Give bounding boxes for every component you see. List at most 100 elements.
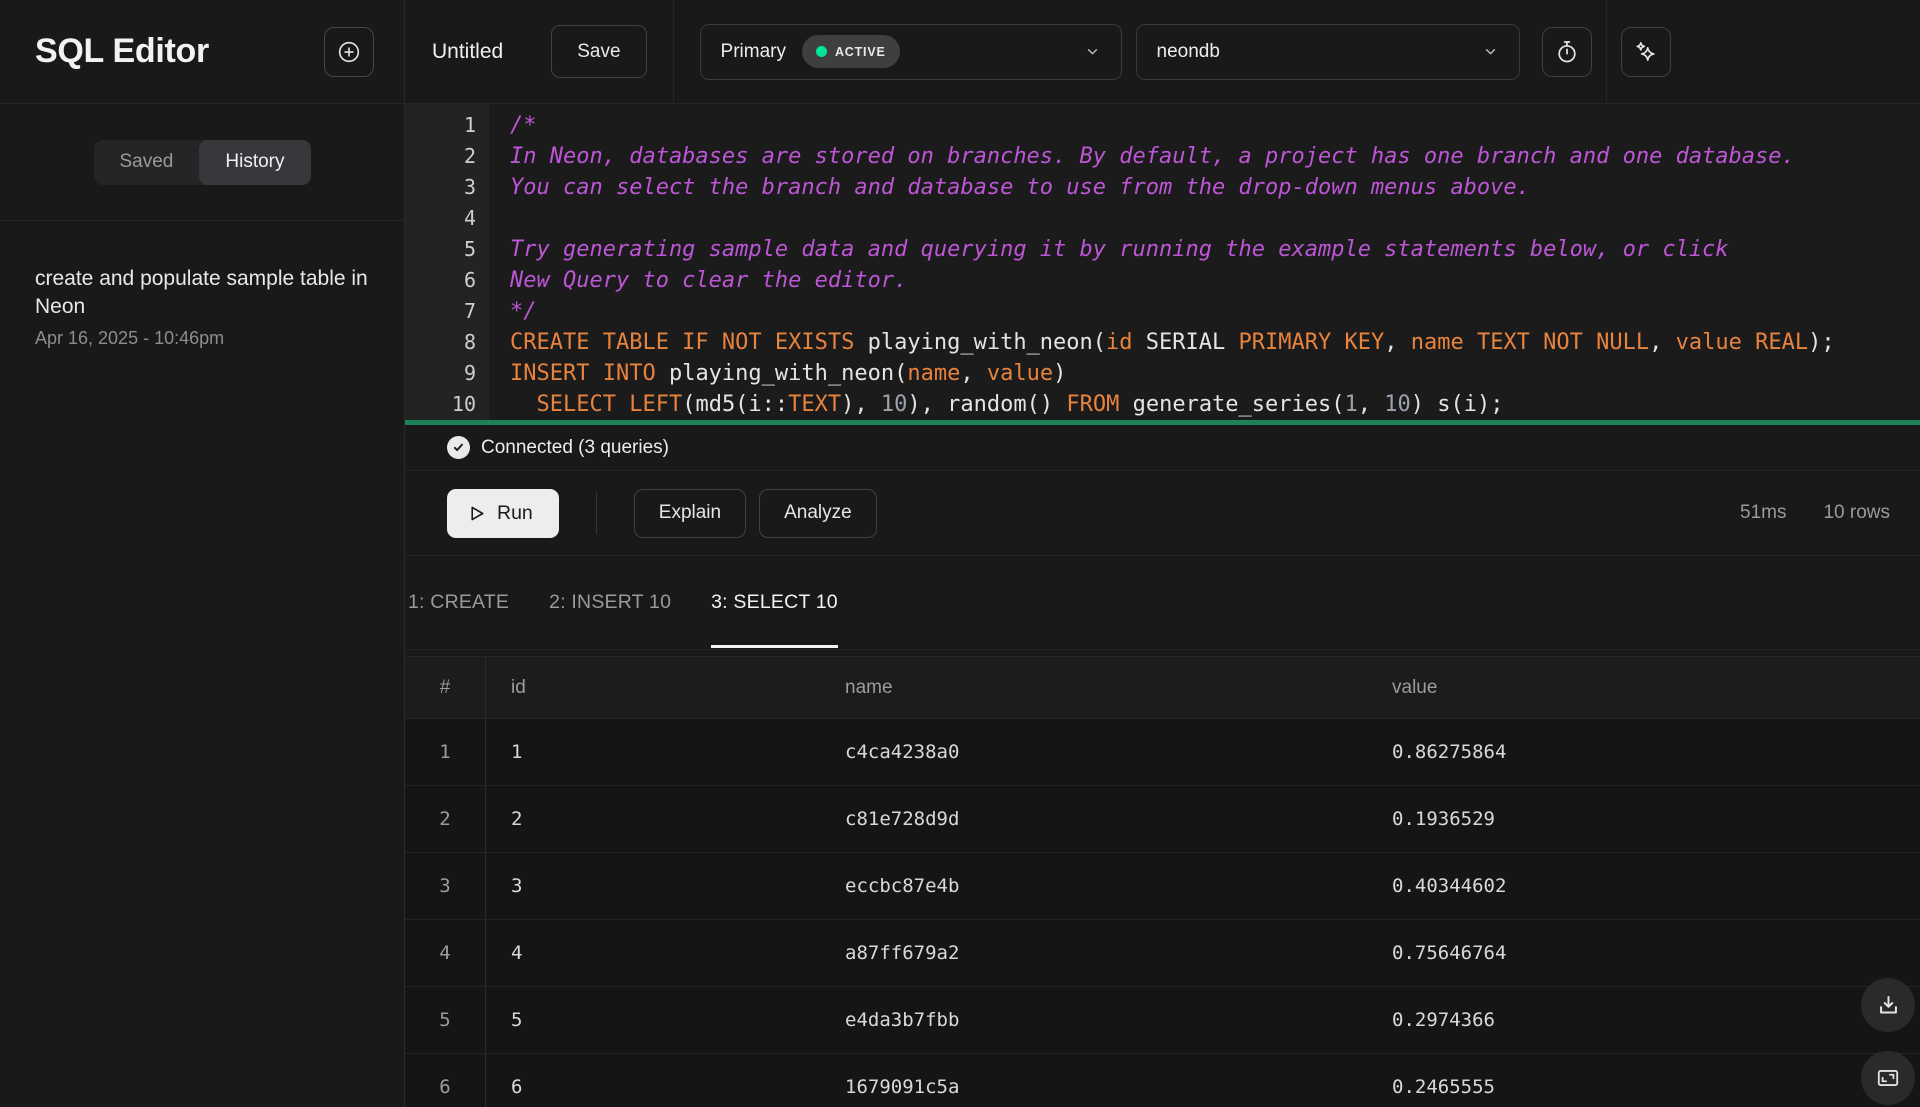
tab-saved[interactable]: Saved [94,140,200,185]
table-cell: 2 [486,808,820,830]
actions-bar: Run Explain Analyze 51ms 10 rows [405,471,1920,556]
run-button-label: Run [497,502,533,525]
download-icon [1875,992,1902,1019]
table-cell: 0.2974366 [1367,1009,1920,1031]
line-number: 6 [405,265,476,296]
results-table: #idnamevalue11c4ca4238a00.8627586422c81e… [405,650,1920,1107]
line-number: 9 [405,358,476,389]
line-number: 8 [405,327,476,358]
database-select[interactable]: neondb [1136,24,1520,80]
column-header: name [820,677,1367,699]
run-button[interactable]: Run [447,489,559,538]
active-status-dot [816,46,827,57]
table-cell: 5 [405,987,486,1053]
query-metrics: 51ms 10 rows [1740,502,1890,524]
actions-divider [596,492,597,534]
code-line: */ [510,296,1920,327]
table-cell: 3 [405,853,486,919]
table-cell: eccbc87e4b [820,875,1367,897]
line-number: 10 [405,389,476,420]
download-button[interactable] [1861,978,1915,1032]
code-line: /* [510,110,1920,141]
table-cell: e4da3b7fbb [820,1009,1367,1031]
ai-assist-button[interactable] [1621,27,1671,77]
status-bar: Connected (3 queries) [405,425,1920,471]
line-numbers: 12345678910 [405,104,489,420]
plus-circle-icon [336,39,362,65]
query-duration: 51ms [1740,502,1786,524]
result-tabs: 1: CREATE 2: INSERT 10 3: SELECT 10 [405,556,1920,650]
line-number: 4 [405,203,476,234]
result-tab[interactable]: 2: INSERT 10 [549,556,671,649]
table-cell: 1 [486,741,820,763]
table-cell: 0.1936529 [1367,808,1920,830]
explain-button[interactable]: Explain [634,489,746,538]
stopwatch-icon [1554,39,1580,65]
code-line: You can select the branch and database t… [510,172,1920,203]
database-name: neondb [1157,41,1220,63]
history-item[interactable]: create and populate sample table in Neon… [0,221,404,349]
connection-status: Connected (3 queries) [481,437,669,459]
line-number: 3 [405,172,476,203]
sql-editor-app: SQL Editor Saved History create and popu… [0,0,1920,1107]
page-title: SQL Editor [35,32,209,71]
code-line: INSERT INTO playing_with_neon(name, valu… [510,358,1920,389]
branch-name: Primary [721,41,786,63]
table-cell: 4 [486,942,820,964]
table-cell: 4 [405,920,486,986]
history-item-title: create and populate sample table in Neon [35,265,371,321]
query-timing-button[interactable] [1542,27,1592,77]
save-button[interactable]: Save [551,25,646,78]
expand-button[interactable] [1861,1051,1915,1105]
table-cell: c4ca4238a0 [820,741,1367,763]
table-row[interactable]: 33eccbc87e4b0.40344602 [405,853,1920,920]
column-header: # [405,657,486,718]
column-header: value [1367,677,1920,699]
chevron-down-icon [1482,43,1499,60]
play-icon [467,504,486,523]
check-circle-icon [447,436,470,459]
column-header: id [486,677,820,699]
tab-history[interactable]: History [199,140,310,185]
code-line: Try generating sample data and querying … [510,234,1920,265]
table-cell: 0.40344602 [1367,875,1920,897]
table-cell: 2 [405,786,486,852]
analyze-button[interactable]: Analyze [759,489,877,538]
table-cell: 0.86275864 [1367,741,1920,763]
table-row[interactable]: 22c81e728d9d0.1936529 [405,786,1920,853]
code-line: New Query to clear the editor. [510,265,1920,296]
sidebar: SQL Editor Saved History create and popu… [0,0,405,1107]
table-cell: a87ff679a2 [820,942,1367,964]
sql-editor[interactable]: 12345678910 /*In Neon, databases are sto… [405,104,1920,420]
table-row[interactable]: 11c4ca4238a00.86275864 [405,719,1920,786]
code-area[interactable]: /*In Neon, databases are stored on branc… [489,104,1920,420]
table-row[interactable]: 55e4da3b7fbb0.2974366 [405,987,1920,1054]
code-line: SELECT LEFT(md5(i::TEXT), 10), random() … [510,389,1920,420]
toolbar-divider [1606,0,1607,103]
saved-history-toggle: Saved History [94,140,311,185]
code-line [510,203,1920,234]
branch-status-badge: ACTIVE [802,35,900,68]
line-number: 7 [405,296,476,327]
sidebar-header: SQL Editor [0,0,404,104]
branch-status-label: ACTIVE [835,45,886,59]
branch-select[interactable]: Primary ACTIVE [700,24,1122,80]
table-row[interactable]: 44a87ff679a20.75646764 [405,920,1920,987]
code-line: CREATE TABLE IF NOT EXISTS playing_with_… [510,327,1920,358]
table-cell: 0.2465555 [1367,1076,1920,1098]
saved-history-toggle-wrap: Saved History [0,104,404,221]
table-cell: 5 [486,1009,820,1031]
main-panel: Untitled Save Primary ACTIVE neondb [405,0,1920,1107]
new-query-button[interactable] [324,27,374,77]
table-header-row: #idnamevalue [405,656,1920,719]
query-name[interactable]: Untitled [432,40,503,64]
row-count: 10 rows [1823,502,1890,524]
result-tab[interactable]: 1: CREATE [408,556,509,649]
table-row[interactable]: 661679091c5a0.2465555 [405,1054,1920,1107]
line-number: 5 [405,234,476,265]
result-tab[interactable]: 3: SELECT 10 [711,556,838,649]
table-cell: 1 [405,719,486,785]
code-line: In Neon, databases are stored on branche… [510,141,1920,172]
chevron-down-icon [1084,43,1101,60]
line-number: 1 [405,110,476,141]
